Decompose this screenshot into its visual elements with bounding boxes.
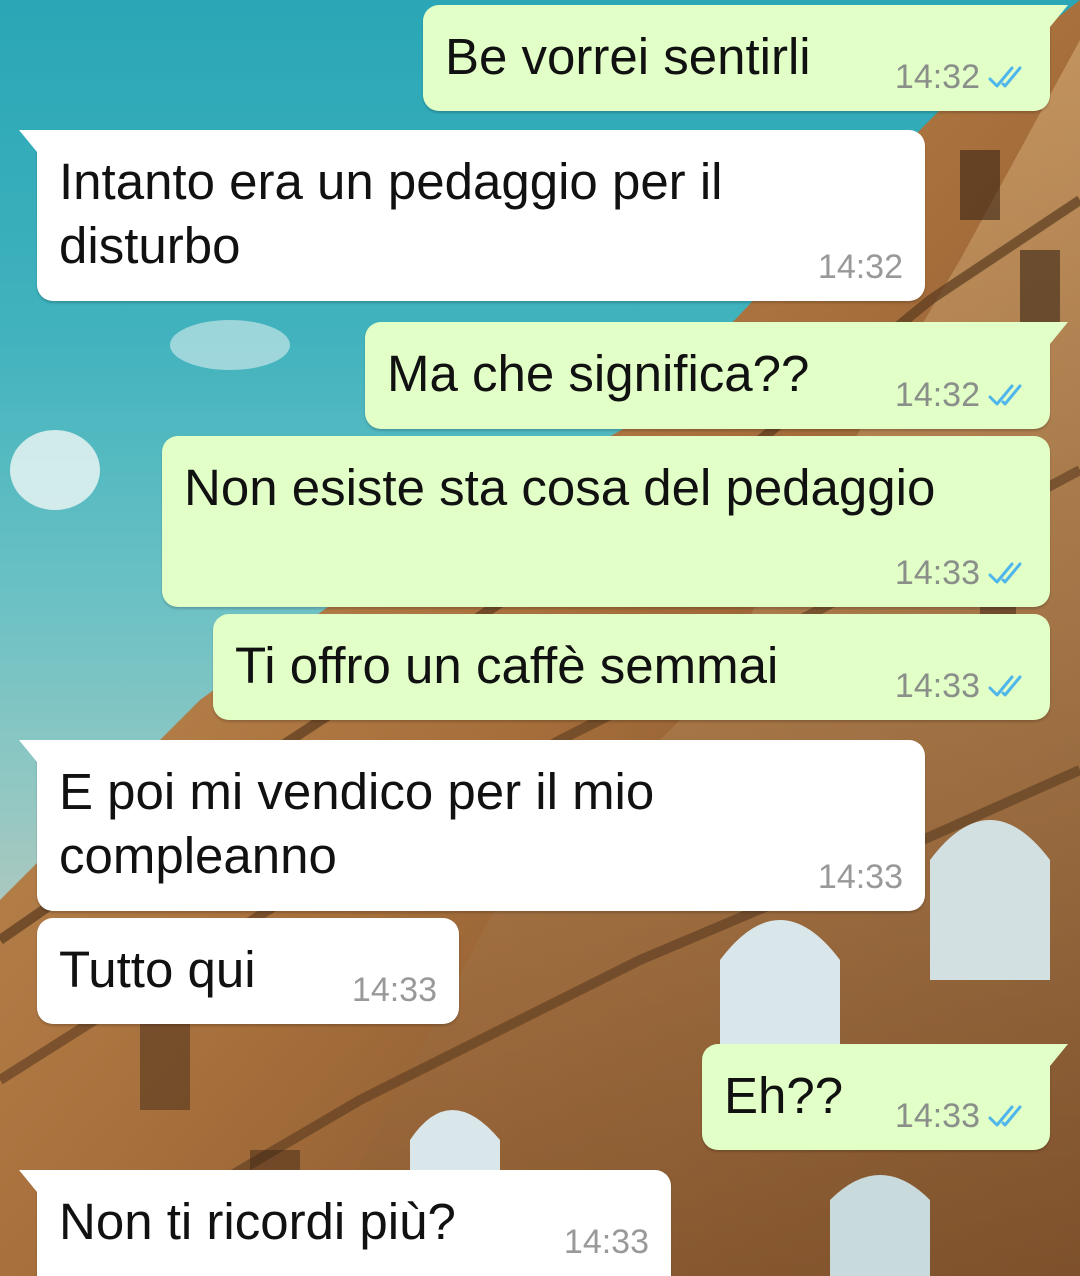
message-text: E poi mi vendico per il mio compleanno: [59, 763, 655, 884]
message-bubble-outgoing[interactable]: Be vorrei sentirli 14:32: [423, 5, 1068, 111]
message-bubble-outgoing[interactable]: Ti offro un caffè semmai 14:33: [213, 614, 1050, 720]
message-meta: 14:33: [352, 970, 437, 1010]
message-text: Ti offro un caffè semmai: [235, 637, 779, 694]
message-time: 14:32: [894, 376, 980, 414]
message-meta: 14:33: [895, 1096, 1028, 1136]
message-bubble-incoming[interactable]: Intanto era un pedaggio per il disturbo …: [19, 130, 925, 301]
message-meta: 14:33: [895, 666, 1028, 706]
message-text: Ma che significa??: [387, 345, 810, 402]
message-time: 14:33: [894, 667, 980, 705]
message-text: Eh??: [724, 1067, 844, 1124]
message-time: 14:33: [563, 1223, 649, 1261]
message-time: 14:32: [817, 248, 903, 286]
message-bubble-incoming[interactable]: E poi mi vendico per il mio compleanno 1…: [19, 740, 925, 911]
message-time: 14:33: [894, 1097, 980, 1135]
message-text: Non esiste sta cosa del pedaggio: [184, 459, 936, 516]
message-bubble-outgoing[interactable]: Ma che significa?? 14:32: [365, 322, 1068, 429]
message-meta: 14:32: [818, 247, 903, 287]
double-check-read-icon: [988, 64, 1028, 90]
double-check-read-icon: [988, 1103, 1028, 1129]
message-meta: 14:33: [818, 857, 903, 897]
message-text: Tutto qui: [59, 941, 256, 998]
message-meta: 14:33: [564, 1222, 649, 1262]
message-meta: 14:32: [895, 375, 1028, 415]
message-text: Non ti ricordi più?: [59, 1193, 456, 1250]
message-text: Be vorrei sentirli: [445, 28, 811, 85]
message-time: 14:33: [894, 554, 980, 592]
message-meta: 14:33: [895, 553, 1028, 593]
double-check-read-icon: [988, 560, 1028, 586]
message-bubble-outgoing[interactable]: Eh?? 14:33: [702, 1044, 1068, 1150]
double-check-read-icon: [988, 382, 1028, 408]
message-time: 14:32: [894, 58, 980, 96]
message-bubble-outgoing[interactable]: Non esiste sta cosa del pedaggio 14:33: [162, 436, 1050, 607]
message-bubble-incoming[interactable]: Tutto qui 14:33: [37, 918, 459, 1024]
message-text: Intanto era un pedaggio per il disturbo: [59, 153, 723, 274]
double-check-read-icon: [988, 673, 1028, 699]
message-meta: 14:32: [895, 57, 1028, 97]
message-bubble-incoming[interactable]: Non ti ricordi più? 14:33: [19, 1170, 671, 1276]
message-time: 14:33: [817, 858, 903, 896]
message-time: 14:33: [351, 971, 437, 1009]
